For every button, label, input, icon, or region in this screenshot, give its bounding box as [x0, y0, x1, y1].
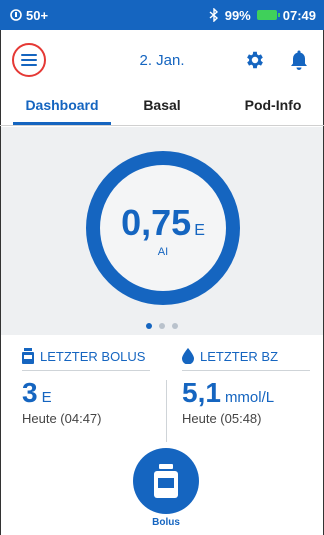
tab-basal[interactable]: Basal: [122, 90, 202, 126]
status-bar: 50+ 99% 07:49: [0, 0, 324, 30]
last-bolus-unit: E: [41, 389, 52, 406]
last-bg-panel: LETZTER BZ 5,1 mmol/L Heute (05:48): [182, 346, 312, 446]
last-bg-unit: mmol/L: [224, 389, 275, 406]
battery-percent: 99%: [224, 7, 251, 23]
app-bar: 2. Jan.: [0, 30, 324, 90]
panel-divider: [166, 380, 167, 442]
last-bg-rule: [182, 370, 310, 371]
page-dot-3[interactable]: [172, 323, 178, 329]
battery-icon: [256, 10, 280, 20]
active-insulin-unit: E: [194, 222, 205, 239]
bluetooth-icon: [209, 8, 218, 22]
current-date: 2. Jan.: [139, 52, 185, 69]
page-dot-2[interactable]: [159, 323, 165, 329]
last-bolus-rule: [22, 370, 150, 371]
last-bolus-time: Heute (04:47): [22, 411, 102, 426]
last-bg-value-row: 5,1 mmol/L: [182, 377, 312, 409]
active-tab-indicator: [13, 122, 111, 125]
active-insulin-label: AI: [157, 246, 169, 258]
last-bolus-value-row: 3 E: [22, 377, 152, 409]
page-dot-1[interactable]: [146, 323, 152, 329]
last-bolus-value: 3: [22, 377, 38, 408]
last-bolus-panel: LETZTER BOLUS 3 E Heute (04:47): [22, 346, 152, 446]
notification-badge-icon: [10, 9, 22, 21]
last-bolus-title: LETZTER BOLUS: [40, 348, 146, 364]
status-time: 07:49: [282, 7, 316, 23]
tab-bar: Dashboard Basal Pod-Info: [0, 90, 324, 126]
blood-drop-icon: [182, 348, 194, 364]
gear-icon[interactable]: [244, 49, 266, 71]
tab-dashboard[interactable]: Dashboard: [13, 90, 111, 126]
page-indicator[interactable]: [146, 323, 178, 329]
last-bg-time: Heute (05:48): [182, 411, 262, 426]
insulin-vial-icon: [154, 464, 178, 498]
last-bg-value: 5,1: [182, 377, 221, 408]
status-bar-left: 50+: [10, 8, 48, 23]
active-insulin-value: 0,75: [121, 202, 192, 243]
dashboard-panel[interactable]: 0,75 E AI: [1, 127, 323, 335]
bolus-button-label[interactable]: Bolus: [133, 517, 199, 528]
active-insulin-ring: 0,75 E AI: [86, 151, 240, 305]
insulin-vial-icon: [22, 348, 34, 364]
tab-pod-info[interactable]: Pod-Info: [230, 90, 316, 126]
bolus-button[interactable]: [133, 448, 199, 514]
bell-icon[interactable]: [289, 49, 309, 71]
last-bg-title: LETZTER BZ: [200, 348, 279, 364]
active-insulin-value-row: 0,75 E: [121, 202, 205, 244]
status-bar-right: 99% 07:49: [209, 8, 316, 23]
last-bg-header: LETZTER BZ: [182, 346, 312, 366]
last-bolus-header: LETZTER BOLUS: [22, 346, 152, 366]
status-left-text: 50+: [26, 7, 49, 23]
